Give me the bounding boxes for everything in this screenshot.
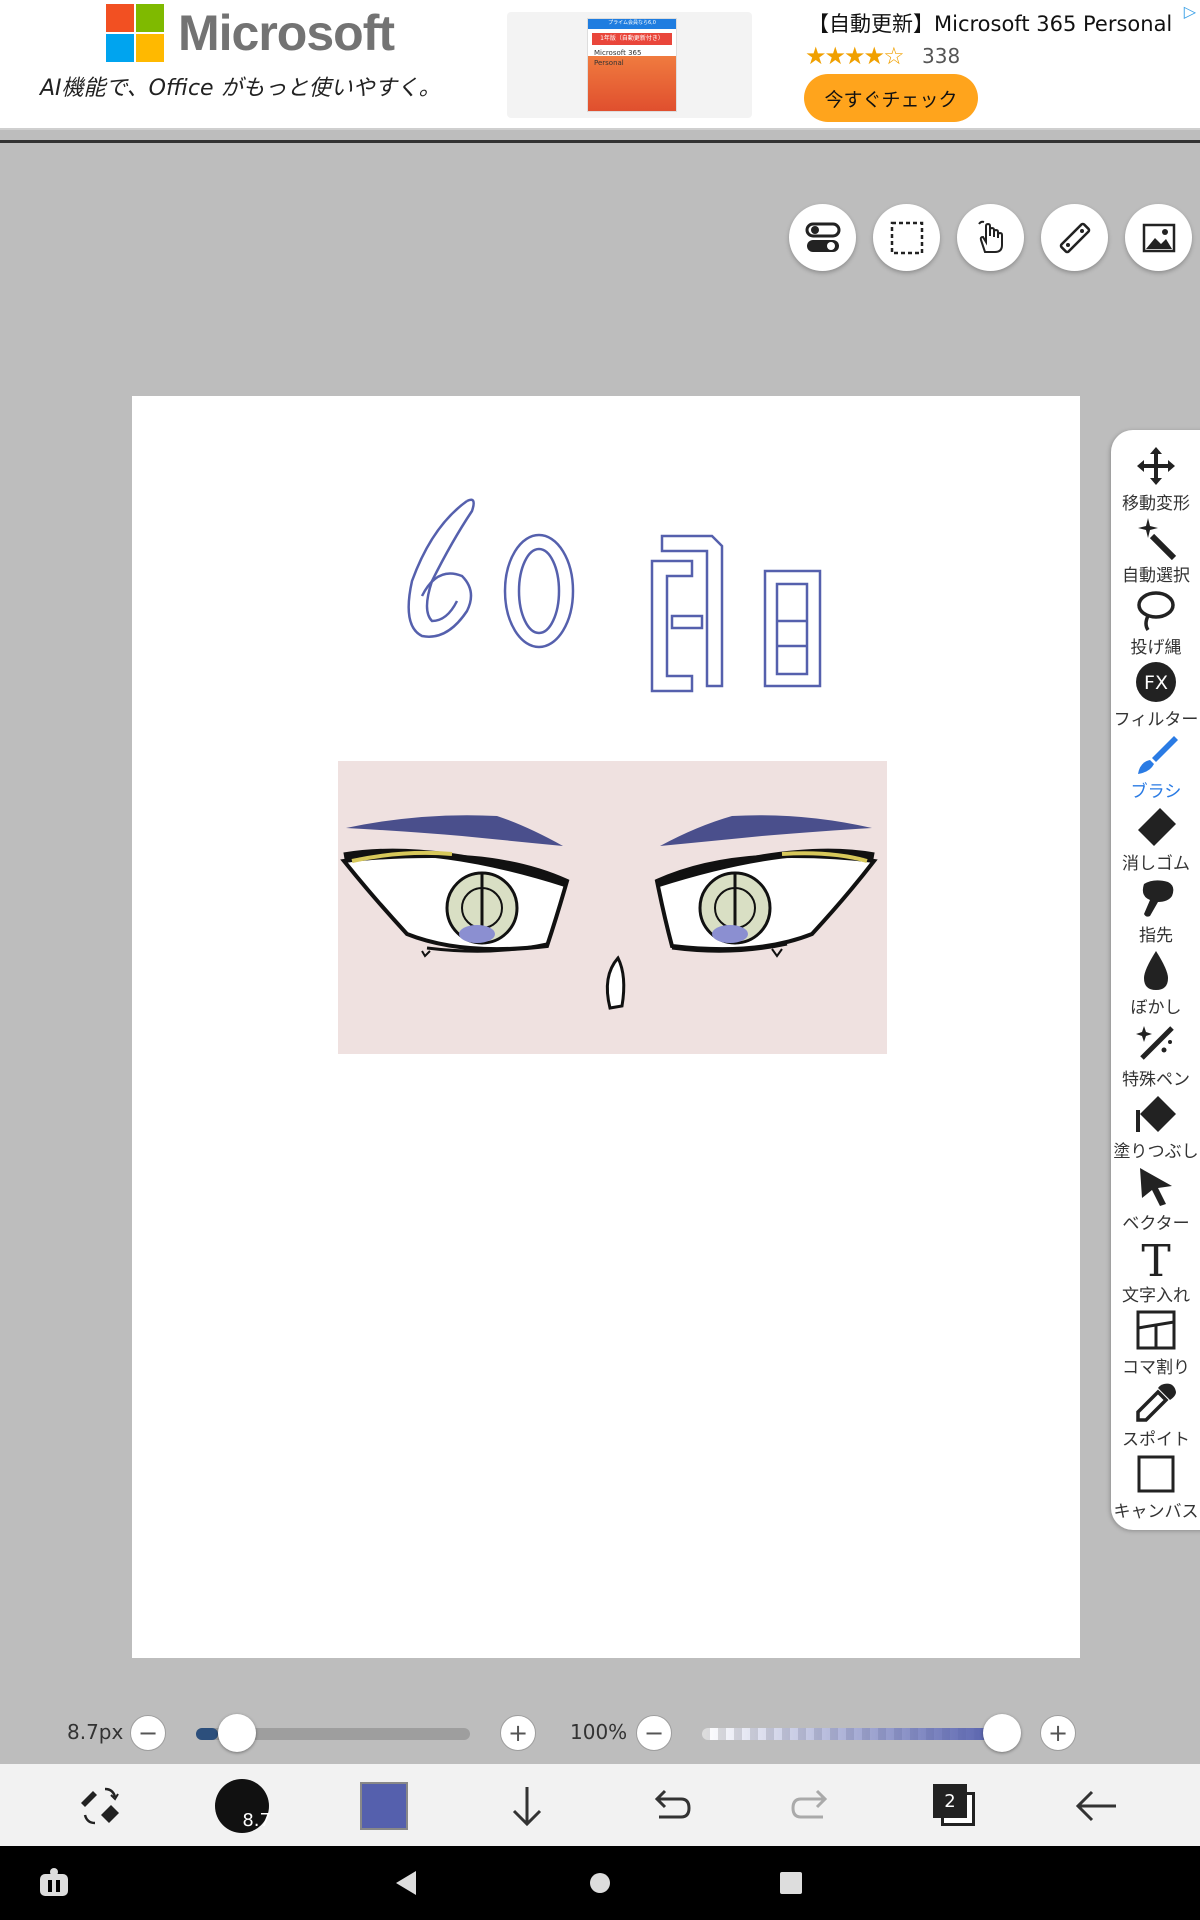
layers-icon: 2 <box>933 1784 977 1828</box>
tool-vector[interactable]: ベクター <box>1111 1164 1200 1236</box>
tool-frame[interactable]: コマ割り <box>1111 1308 1200 1380</box>
ad-choices-icon[interactable]: ▷ <box>1184 2 1196 21</box>
nav-home-icon[interactable] <box>589 1872 611 1898</box>
redo-button[interactable] <box>782 1776 842 1836</box>
opacity-plus-button[interactable]: + <box>1040 1715 1076 1751</box>
ad-brand: Microsoft <box>178 5 395 61</box>
ad-banner[interactable]: Microsoft AI機能で、Office がもっと使いやすく。 プライム会員… <box>0 0 1200 130</box>
pen-eraser-swap-icon <box>81 1787 119 1825</box>
ad-title[interactable]: 【自動更新】Microsoft 365 Personal... <box>808 8 1173 38</box>
brush-size-minus-button[interactable]: − <box>130 1715 166 1751</box>
nav-recents-icon[interactable] <box>780 1872 802 1898</box>
opacity-slider-handle[interactable] <box>983 1714 1021 1752</box>
magic-wand-icon <box>1138 518 1177 560</box>
opacity-minus-button[interactable]: − <box>636 1715 672 1751</box>
tool-fill[interactable]: 塗りつぶし <box>1111 1092 1200 1164</box>
tool-special-pen[interactable]: 特殊ペン <box>1111 1020 1200 1092</box>
ruler-icon[interactable] <box>1041 204 1108 271</box>
arrow-left-icon <box>1075 1790 1116 1822</box>
tool-move[interactable]: 移動変形 <box>1111 444 1200 516</box>
color-swatch <box>360 1782 408 1830</box>
brush-size-slider-handle[interactable] <box>217 1714 256 1752</box>
vector-icon <box>1140 1168 1172 1206</box>
move-icon <box>1137 447 1175 485</box>
arrow-down-icon <box>512 1787 542 1827</box>
svg-text:FX: FX <box>1144 672 1168 694</box>
text-icon: T <box>1141 1236 1170 1280</box>
download-button[interactable] <box>497 1776 557 1836</box>
ad-rating-stars: ★★★★☆ <box>805 42 905 70</box>
brush-size-button[interactable]: 8.7 <box>212 1776 272 1836</box>
tool-magic-wand[interactable]: 自動選択 <box>1111 516 1200 588</box>
color-button[interactable] <box>354 1776 414 1836</box>
back-button[interactable] <box>1067 1776 1127 1836</box>
handwritten-text <box>407 498 822 693</box>
system-nav-bar <box>0 1846 1200 1920</box>
tool-eyedropper[interactable]: スポイト <box>1111 1380 1200 1452</box>
undo-icon <box>654 1789 691 1819</box>
nav-back-icon[interactable] <box>394 1870 418 1900</box>
svg-text:T: T <box>1141 1236 1170 1280</box>
brush-size-value: 8.7px <box>67 1720 124 1744</box>
brush-icon <box>1138 736 1178 774</box>
brush-preview: 8.7 <box>215 1779 271 1833</box>
redo-icon <box>791 1789 828 1819</box>
opacity-slider[interactable] <box>702 1728 1002 1740</box>
tool-blur[interactable]: ぼかし <box>1111 948 1200 1020</box>
tool-brush[interactable]: ブラシ <box>1111 732 1200 804</box>
top-toolbar <box>789 204 1192 271</box>
canvas-icon <box>1137 1455 1175 1493</box>
undo-button[interactable] <box>640 1776 700 1836</box>
selection-icon[interactable] <box>873 204 940 271</box>
fill-icon <box>1136 1096 1176 1132</box>
accessibility-icon[interactable] <box>38 1866 70 1902</box>
fx-icon: FX <box>1136 662 1176 702</box>
lasso-icon <box>1137 591 1175 631</box>
hand-icon[interactable] <box>957 204 1024 271</box>
finger-icon <box>1142 880 1174 917</box>
ad-product-image[interactable]: プライム会員なら6,0 1年版（自動更新付き） Microsoft 365 Pe… <box>507 12 752 118</box>
tool-finger[interactable]: 指先 <box>1111 876 1200 948</box>
special-pen-icon <box>1136 1026 1174 1060</box>
frame-icon <box>1136 1310 1176 1350</box>
layers-button[interactable]: 2 <box>925 1776 985 1836</box>
ad-cta-button[interactable]: 今すぐチェック <box>804 74 978 122</box>
tool-filter[interactable]: FX フィルター <box>1111 660 1200 732</box>
image-icon[interactable] <box>1125 204 1192 271</box>
brush-size-plus-button[interactable]: + <box>500 1715 536 1751</box>
divider <box>0 140 1200 143</box>
tool-text[interactable]: T 文字入れ <box>1111 1236 1200 1308</box>
slider-row: 8.7px − + 100% − + <box>0 1700 1200 1764</box>
tool-eraser[interactable]: 消しゴム <box>1111 804 1200 876</box>
product-box-image: プライム会員なら6,0 1年版（自動更新付き） Microsoft 365 Pe… <box>587 18 677 112</box>
toggle-icon[interactable] <box>789 204 856 271</box>
microsoft-logo-icon <box>106 4 164 62</box>
canvas-artwork <box>338 498 887 1054</box>
drawing-canvas[interactable] <box>132 396 1080 1658</box>
tool-lasso[interactable]: 投げ縄 <box>1111 588 1200 660</box>
opacity-value: 100% <box>570 1720 628 1744</box>
eyedropper-icon <box>1136 1383 1176 1422</box>
blur-icon <box>1144 951 1168 990</box>
bottom-toolbar: 8.7 2 <box>0 1764 1200 1846</box>
tool-palette: 移動変形 自動選択 投げ縄 FX フィルター ブラシ 消しゴム 指先 ぼかし 特… <box>1111 430 1200 1530</box>
ad-review-count: 338 <box>922 44 961 68</box>
microsoft-logo: Microsoft <box>106 4 395 62</box>
ad-tagline: AI機能で、Office がもっと使いやすく。 <box>40 76 441 101</box>
eraser-icon <box>1138 808 1176 846</box>
swap-pen-eraser-button[interactable] <box>70 1776 130 1836</box>
tool-canvas[interactable]: キャンバス <box>1111 1452 1200 1524</box>
